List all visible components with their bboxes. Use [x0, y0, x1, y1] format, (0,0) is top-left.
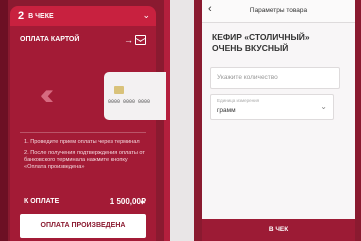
page-title: Параметры товара	[249, 7, 308, 14]
chevron-down-icon[interactable]: ⌄	[320, 102, 327, 111]
right-phone-screen: ‹ Параметры товара КЕФИР «СТОЛИЧНЫЙ» ОЧЕ…	[194, 0, 361, 241]
card-chip-icon	[114, 86, 124, 94]
product-name-line-1: КЕФИР «СТОЛИЧНЫЙ»	[212, 32, 310, 42]
bank-card-illustration: 0000 0000 0000	[104, 72, 166, 120]
total-amount: 1 500,00₽	[109, 197, 146, 206]
card-tap-icon: →	[124, 34, 146, 46]
phone-frame-right	[164, 0, 170, 241]
chevron-down-icon[interactable]: ⌄	[142, 10, 150, 21]
instruction-step-1: 1. Проведите прием оплаты через терминал	[24, 139, 140, 145]
left-phone-screen: 2 В ЧЕКЕ ⌄ ОПЛАТА КАРТОЙ → ‹‹‹ 0000 0000…	[0, 0, 170, 241]
phone-frame-right	[355, 0, 361, 241]
add-to-receipt-button[interactable]: В ЧЕК	[202, 219, 355, 241]
phone-frame-left	[0, 0, 8, 241]
quantity-input[interactable]: Укажите количество	[210, 67, 340, 89]
product-name-line-2: ОЧЕНЬ ВКУСНЫЙ	[212, 43, 289, 53]
phone-frame-left	[194, 0, 202, 241]
product-name: КЕФИР «СТОЛИЧНЫЙ» ОЧЕНЬ ВКУСНЫЙ	[212, 32, 322, 54]
total-label: К ОПЛАТЕ	[24, 198, 60, 205]
card-number: 0000 0000 0000	[108, 99, 151, 105]
receipt-header-label: В ЧЕКЕ	[28, 12, 54, 20]
unit-select[interactable]: Единица измерения грамм ⌄	[210, 94, 334, 120]
payment-done-button[interactable]: ОПЛАТА ПРОИЗВЕДЕНА	[20, 214, 146, 238]
payment-instructions: 1. Проведите прием оплаты через терминал…	[24, 139, 148, 175]
product-params-screen: ‹ Параметры товара КЕФИР «СТОЛИЧНЫЙ» ОЧЕ…	[202, 0, 355, 241]
divider	[20, 132, 146, 133]
payment-method-title: ОПЛАТА КАРТОЙ	[20, 36, 80, 43]
receipt-item-count: 2	[18, 10, 25, 22]
receipt-header[interactable]: 2 В ЧЕКЕ ⌄	[10, 6, 156, 26]
unit-select-value: грамм	[217, 107, 236, 114]
payment-panel: ОПЛАТА КАРТОЙ → ‹‹‹ 0000 0000 0000 1. Пр…	[10, 26, 166, 241]
instruction-step-2: 2. После получения подтверждения оплаты …	[24, 150, 145, 170]
unit-select-label: Единица измерения	[217, 98, 260, 103]
top-bar: ‹ Параметры товара	[202, 0, 355, 23]
